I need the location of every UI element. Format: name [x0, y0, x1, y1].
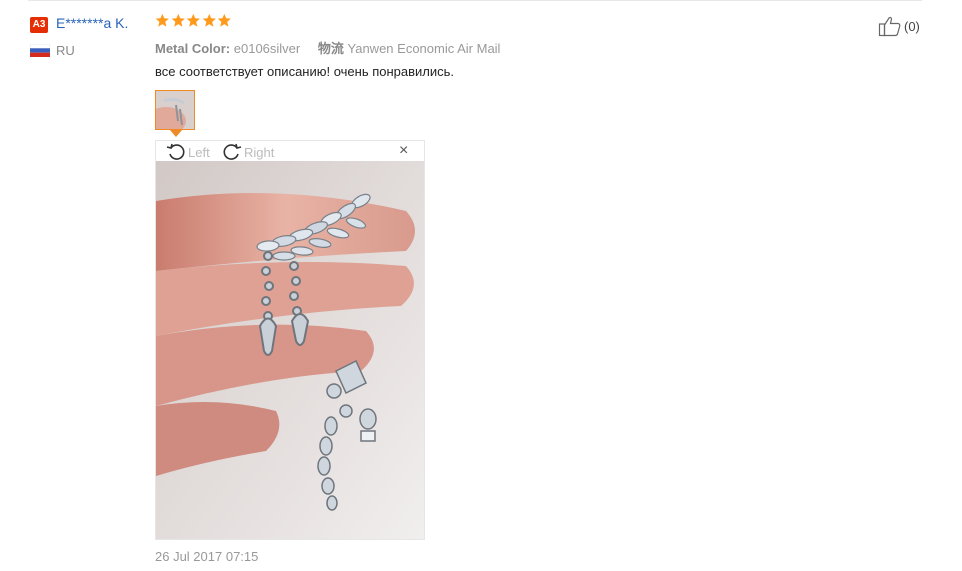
- star-icon: [186, 13, 201, 27]
- shipping-label: 物流: [317, 41, 344, 56]
- thumbnail-pointer: [170, 130, 182, 137]
- rotate-left-button[interactable]: Left: [166, 142, 210, 162]
- metal-color-value: e0106silver: [233, 41, 301, 56]
- buyer-level-badge: A3: [30, 17, 48, 33]
- star-icon: [218, 13, 232, 27]
- thumbnail-image: [156, 91, 194, 129]
- review-date: 26 Jul 2017 07:15: [155, 549, 259, 564]
- star-icon: [155, 13, 169, 27]
- close-viewer-button[interactable]: ×: [399, 143, 408, 159]
- russia-flag-icon: [30, 44, 50, 57]
- photo-viewer: Left Right ×: [155, 140, 425, 540]
- rotate-left-label: Left: [188, 144, 210, 160]
- order-meta: Metal Color: e0106silver 物流 Yanwen Econo…: [155, 38, 500, 57]
- thumbs-up-icon: [878, 16, 901, 37]
- shipping-value: Yanwen Economic Air Mail: [347, 41, 501, 56]
- helpful-button[interactable]: (0): [878, 15, 920, 37]
- review-text: все соответствует описанию! очень понрав…: [155, 64, 455, 79]
- rotate-right-button[interactable]: Right: [222, 142, 274, 162]
- review-photo: [156, 161, 424, 539]
- helpful-count: (0): [904, 18, 920, 34]
- rotate-right-label: Right: [244, 144, 275, 160]
- star-rating: [155, 13, 232, 31]
- rotate-left-icon: [166, 143, 185, 160]
- metal-color-label: Metal Color:: [155, 41, 231, 56]
- reviewer-country: RU: [56, 43, 75, 58]
- reviewer-name[interactable]: E*******a K.: [56, 15, 128, 31]
- rotate-right-icon: [223, 143, 242, 160]
- review-photo-thumbnail[interactable]: [155, 90, 195, 130]
- star-icon: [202, 13, 216, 27]
- star-icon: [171, 13, 185, 27]
- viewer-toolbar: Left Right ×: [156, 141, 424, 161]
- top-divider: [28, 0, 922, 1]
